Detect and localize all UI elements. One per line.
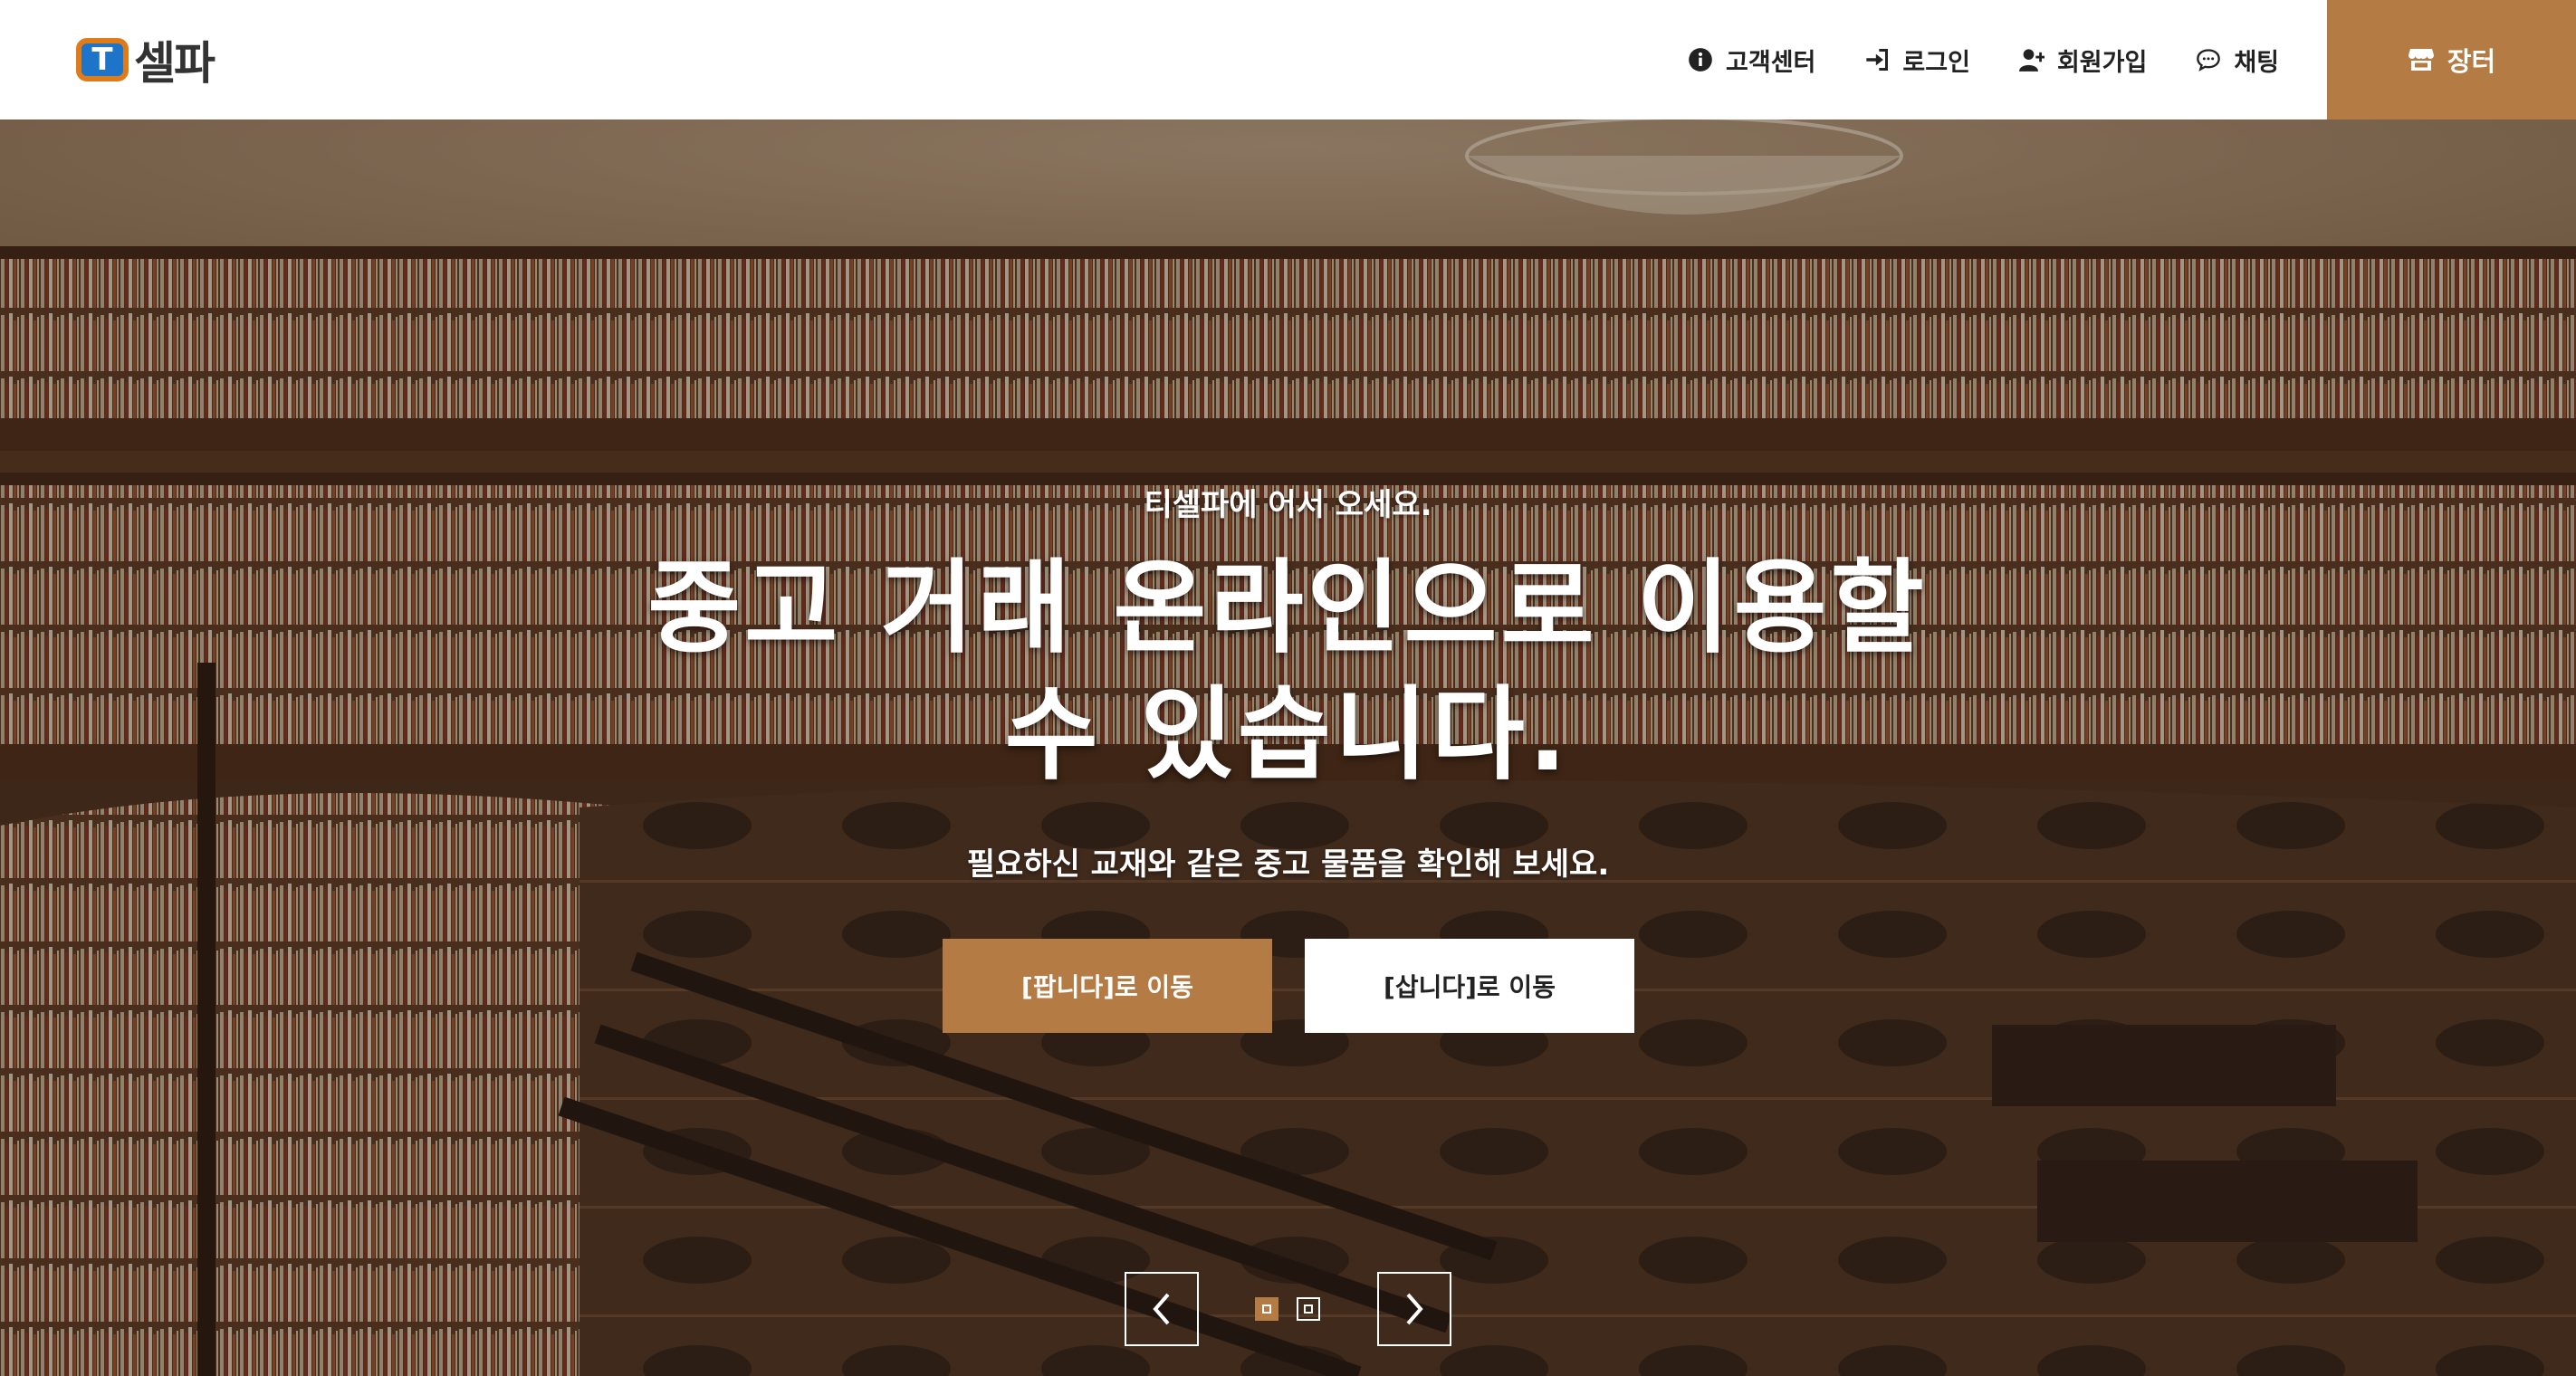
carousel-next-button[interactable] <box>1377 1272 1451 1346</box>
store-icon <box>2408 49 2434 71</box>
nav-signup-label: 회원가입 <box>2056 48 2148 77</box>
logo-t-icon: T <box>76 38 129 81</box>
info-circle-icon <box>1689 48 1712 72</box>
carousel-dot-2[interactable] <box>1297 1297 1320 1321</box>
carousel-prev-button[interactable] <box>1125 1272 1199 1346</box>
market-button[interactable]: 장터 <box>2327 0 2576 119</box>
carousel-dot-1[interactable] <box>1255 1297 1278 1321</box>
nav-chat-label: 채팅 <box>2234 48 2279 77</box>
user-plus-icon <box>2018 49 2045 72</box>
hero-title-line1: 중고 거래 온라인으로 이용할 <box>647 549 1928 667</box>
carousel-dot-1-inner <box>1262 1304 1271 1314</box>
go-sell-button[interactable]: [팝니다]로 이동 <box>943 939 1272 1033</box>
hero-subtitle: 필요하신 교재와 같은 중고 물품을 확인해 보세요. <box>966 846 1610 883</box>
nav-login[interactable]: 로그인 <box>1864 43 1970 78</box>
hero-carousel: 티셀파에 어서 오세요. 중고 거래 온라인으로 이용할 수 있습니다. 필요하… <box>0 119 2576 1376</box>
site-header: T 셀파 고객센터 로그인 회원가입 채팅 장터 <box>0 0 2576 119</box>
hero-title-line2: 수 있습니다. <box>1004 676 1571 794</box>
go-buy-button[interactable]: [삽니다]로 이동 <box>1305 939 1634 1033</box>
sign-in-icon <box>1866 48 1889 72</box>
logo-letter: T <box>91 42 113 78</box>
go-sell-button-label: [팝니다]로 이동 <box>1021 972 1193 1002</box>
market-button-label: 장터 <box>2447 46 2496 77</box>
logo[interactable]: T 셀파 <box>76 33 215 90</box>
hero-welcome-text: 티셀파에 어서 오세요. <box>1144 487 1432 523</box>
top-nav: 고객센터 로그인 회원가입 채팅 <box>1688 0 2279 119</box>
carousel-dot-2-inner <box>1304 1304 1313 1314</box>
logo-text: 셀파 <box>134 37 215 90</box>
nav-login-label: 로그인 <box>1902 48 1970 77</box>
nav-customer-center-label: 고객센터 <box>1726 48 1816 77</box>
chevron-right-icon <box>1406 1293 1423 1325</box>
chat-bubble-icon <box>2197 49 2221 72</box>
hero-title: 중고 거래 온라인으로 이용할 수 있습니다. <box>473 545 2102 798</box>
chevron-left-icon <box>1153 1293 1170 1325</box>
go-buy-button-label: [삽니다]로 이동 <box>1384 972 1556 1002</box>
nav-signup[interactable]: 회원가입 <box>2018 43 2148 78</box>
nav-customer-center[interactable]: 고객센터 <box>1688 43 1815 78</box>
nav-chat[interactable]: 채팅 <box>2196 43 2279 78</box>
